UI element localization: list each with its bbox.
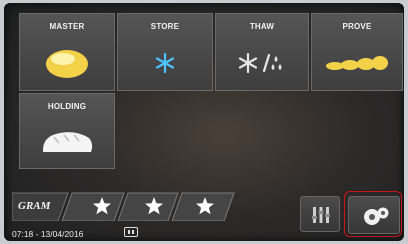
- tile-master[interactable]: MASTER: [19, 13, 115, 91]
- bread-rolls-icon: [312, 56, 402, 77]
- gram-logo: GRAM: [18, 200, 51, 212]
- settings-sliders-button[interactable]: [300, 196, 340, 232]
- favorite-2-star-icon[interactable]: [144, 196, 164, 221]
- bread-loaf-white-icon: [20, 128, 114, 161]
- pause-icon[interactable]: [124, 227, 138, 237]
- favorite-1-star-icon[interactable]: [92, 196, 112, 221]
- favorite-3-star-icon[interactable]: [195, 196, 215, 221]
- bread-loaf-yellow-icon: [20, 46, 114, 85]
- tile-prove-label: PROVE: [342, 22, 372, 31]
- tile-thaw[interactable]: THAW: [215, 13, 309, 91]
- tile-prove[interactable]: PROVE: [311, 13, 403, 91]
- status-datetime: 07:18 - 13/04/2016: [12, 229, 84, 239]
- tile-store[interactable]: STORE: [117, 13, 213, 91]
- sliders-icon: [312, 205, 330, 230]
- snowflake-drops-icon: [216, 52, 308, 79]
- tile-master-label: MASTER: [49, 22, 85, 31]
- tile-holding[interactable]: HOLDING: [19, 93, 115, 169]
- tile-store-label: STORE: [150, 22, 180, 31]
- highlight-outline: [344, 191, 402, 237]
- tile-holding-label: HOLDING: [47, 102, 87, 111]
- snowflake-icon: [118, 52, 212, 79]
- tile-thaw-label: THAW: [249, 22, 275, 31]
